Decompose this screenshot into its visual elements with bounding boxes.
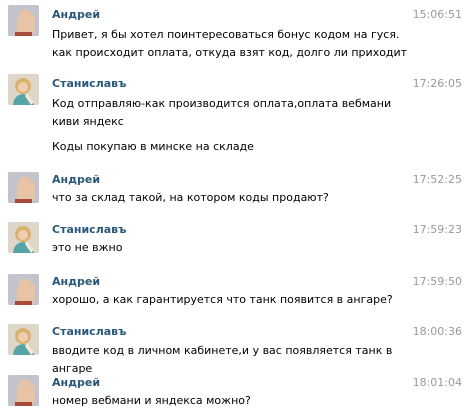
author-name[interactable]: Станиславъ: [52, 325, 126, 339]
message-text: Коды покупаю в минске на складе: [52, 140, 254, 153]
timestamp: 17:52:25: [412, 173, 462, 186]
hand-avatar-icon[interactable]: [8, 375, 39, 406]
timestamp: 18:00:36: [412, 325, 462, 338]
woman-avatar-icon[interactable]: [8, 222, 39, 253]
author-name[interactable]: Андрей: [52, 275, 100, 289]
woman-avatar-icon[interactable]: [8, 74, 39, 105]
author-name[interactable]: Станиславъ: [52, 77, 126, 91]
message-item: Андрей 17:52:25 что за склад такой, на к…: [0, 168, 473, 218]
author-name[interactable]: Станиславъ: [52, 223, 126, 237]
message-text: Привет, я бы хотел поинтересоваться бону…: [52, 28, 408, 59]
message-text: Код отправляю-как производится оплата,оп…: [52, 97, 392, 128]
timestamp: 17:59:50: [412, 275, 462, 288]
author-name[interactable]: Андрей: [52, 8, 100, 22]
timestamp: 17:26:05: [412, 77, 462, 90]
hand-avatar-icon[interactable]: [8, 274, 39, 305]
message-item: Андрей 18:01:04 номер вебмани и яндекса …: [0, 371, 473, 411]
message-item: Андрей 17:59:50 хорошо, а как гарантируе…: [0, 270, 473, 320]
woman-avatar-icon[interactable]: [8, 324, 39, 355]
timestamp: 15:06:51: [412, 8, 462, 21]
message-text: хорошо, а как гарантируется что танк поя…: [52, 293, 393, 306]
timestamp: 17:59:23: [412, 223, 462, 236]
message-item: Станиславъ 18:00:36 вводите код в личном…: [0, 320, 473, 375]
hand-avatar-icon[interactable]: [8, 172, 39, 203]
author-name[interactable]: Андрей: [52, 173, 100, 187]
hand-avatar-icon[interactable]: [8, 5, 39, 36]
message-item: Андрей 15:06:51 Привет, я бы хотел поинт…: [0, 0, 473, 70]
message-text: что за склад такой, на котором коды прод…: [52, 191, 329, 204]
message-item: Станиславъ 17:26:05 Код отправляю-как пр…: [0, 70, 473, 168]
message-item: Станиславъ 17:59:23 это не вжно: [0, 218, 473, 270]
message-text: это не вжно: [52, 241, 123, 254]
timestamp: 18:01:04: [412, 376, 462, 389]
message-text: номер вебмани и яндекса можно?: [52, 394, 251, 407]
author-name[interactable]: Андрей: [52, 376, 100, 390]
